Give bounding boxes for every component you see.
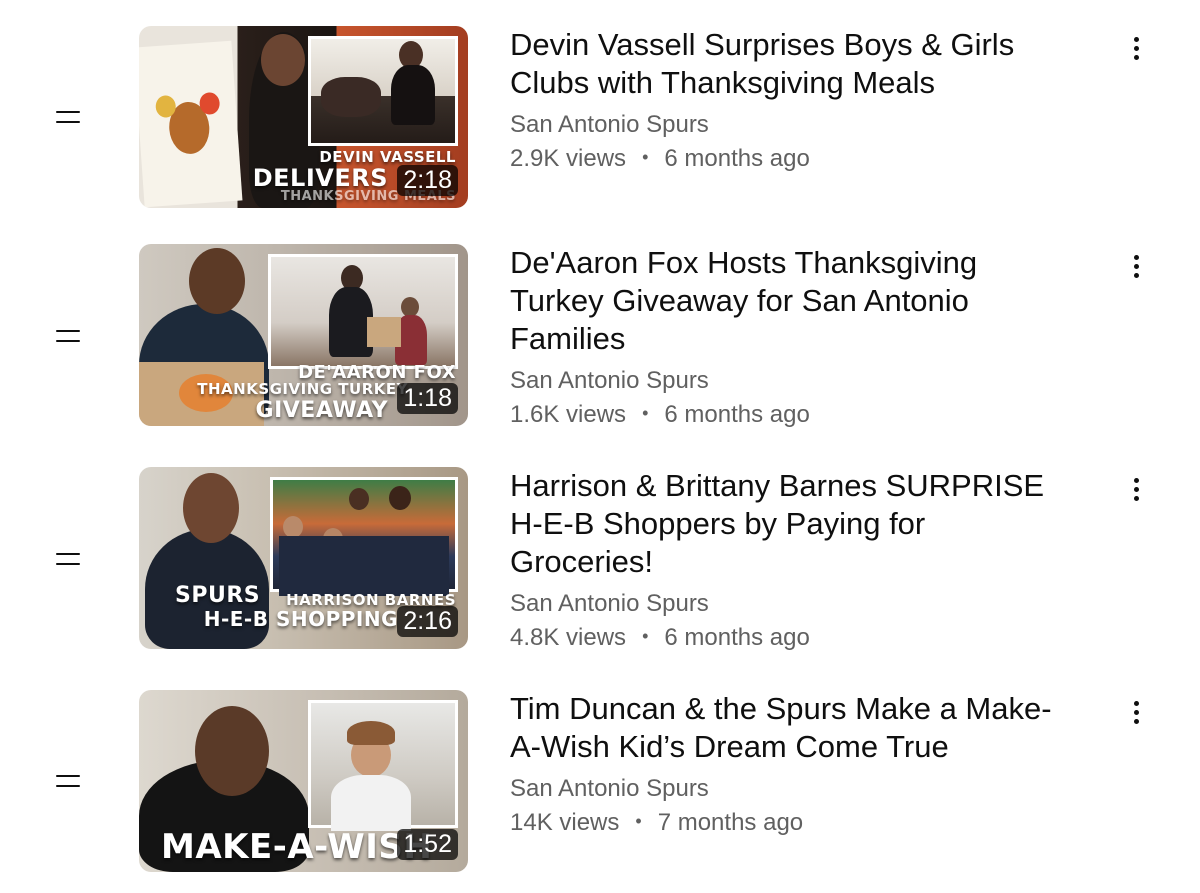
channel-name[interactable]: San Antonio Spurs xyxy=(510,111,709,139)
more-options-icon[interactable] xyxy=(1126,478,1146,506)
video-list: DEVIN VASSELL DELIVERS THANKSGIVING MEAL… xyxy=(0,0,1200,893)
more-options-icon[interactable] xyxy=(1126,37,1146,65)
player-head xyxy=(261,34,305,86)
duration-badge: 1:18 xyxy=(397,383,458,414)
drag-handle-icon[interactable] xyxy=(56,111,80,125)
duration-badge: 2:16 xyxy=(397,606,458,637)
inset-photo xyxy=(270,477,458,596)
channel-name[interactable]: San Antonio Spurs xyxy=(510,590,709,618)
inset-photo xyxy=(308,36,458,146)
video-meta: 14K views • 7 months ago xyxy=(510,809,803,837)
upload-age: 6 months ago xyxy=(664,145,810,172)
more-options-icon[interactable] xyxy=(1126,255,1146,283)
duration-badge: 1:52 xyxy=(397,829,458,860)
video-title[interactable]: Devin Vassell Surprises Boys & Girls Clu… xyxy=(510,26,1070,102)
separator-dot: • xyxy=(642,626,649,646)
drag-handle-icon[interactable] xyxy=(56,330,80,344)
view-count: 1.6K views xyxy=(510,401,627,428)
drag-handle-icon[interactable] xyxy=(56,553,80,567)
inset-photo xyxy=(308,700,458,831)
drag-handle-icon[interactable] xyxy=(56,775,80,789)
upload-age: 6 months ago xyxy=(664,401,810,428)
inset-photo xyxy=(268,254,458,369)
thumbnail-text: DEVIN VASSELL xyxy=(319,148,456,166)
thumbnail-text: MAKE-A-WISH xyxy=(161,827,433,867)
video-meta: 1.6K views • 6 months ago xyxy=(510,401,810,429)
upload-age: 6 months ago xyxy=(664,624,810,651)
view-count: 14K views xyxy=(510,809,620,836)
video-title[interactable]: Harrison & Brittany Barnes SURPRISE H-E-… xyxy=(510,467,1070,581)
video-thumbnail[interactable]: MAKE-A-WISH 1:52 xyxy=(139,690,468,872)
view-count: 2.9K views xyxy=(510,145,627,172)
video-title[interactable]: De'Aaron Fox Hosts Thanksgiving Turkey G… xyxy=(510,244,1070,358)
separator-dot: • xyxy=(635,811,642,831)
video-meta: 2.9K views • 6 months ago xyxy=(510,145,810,173)
more-options-icon[interactable] xyxy=(1126,701,1146,729)
upload-age: 7 months ago xyxy=(657,809,804,836)
video-title[interactable]: Tim Duncan & the Spurs Make a Make-A-Wis… xyxy=(510,690,1070,766)
video-thumbnail[interactable]: DE'AARON FOX THANKSGIVING TURKEY GIVEAWA… xyxy=(139,244,468,426)
video-thumbnail[interactable]: SPURS HARRISON BARNES H-E-B SHOPPING 2:1… xyxy=(139,467,468,649)
video-thumbnail[interactable]: DEVIN VASSELL DELIVERS THANKSGIVING MEAL… xyxy=(139,26,468,208)
duration-badge: 2:18 xyxy=(397,165,458,196)
video-meta: 4.8K views • 6 months ago xyxy=(510,624,810,652)
separator-dot: • xyxy=(642,403,649,423)
channel-name[interactable]: San Antonio Spurs xyxy=(510,775,709,803)
player-head xyxy=(183,473,239,543)
separator-dot: • xyxy=(642,147,649,167)
player-head xyxy=(189,248,245,314)
player-head xyxy=(195,706,269,796)
view-count: 4.8K views xyxy=(510,624,627,651)
channel-name[interactable]: San Antonio Spurs xyxy=(510,367,709,395)
